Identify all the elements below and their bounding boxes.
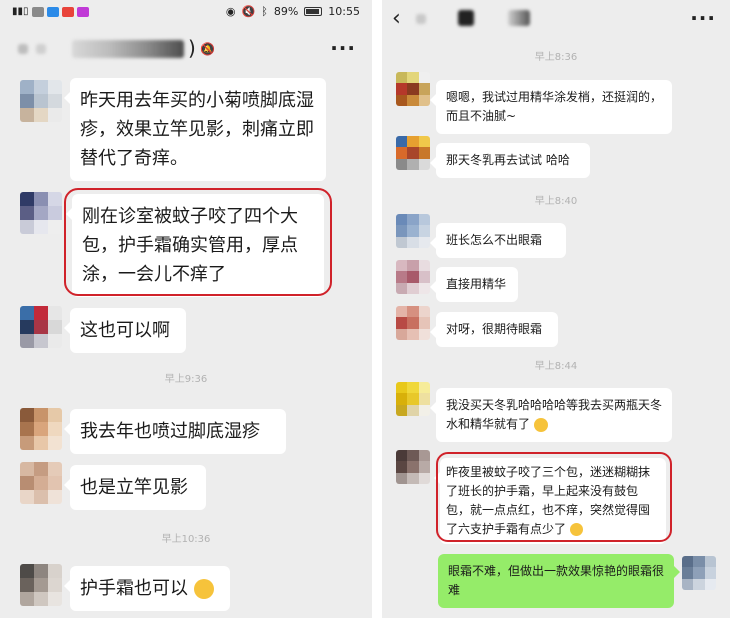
avatar[interactable] — [396, 382, 430, 416]
laughing-emoji-icon — [533, 417, 548, 432]
message-bubble: 我去年也喷过脚底湿疹 — [64, 409, 286, 454]
message-text: 护手霜也可以 — [80, 578, 188, 599]
signal-icon: ▮▮▯ — [12, 6, 29, 17]
message-text: 对呀，很期待眼霜 — [446, 322, 543, 336]
avatar[interactable] — [20, 306, 62, 348]
avatar[interactable] — [20, 192, 62, 234]
status-time: 10:55 — [328, 5, 360, 18]
highlight-box — [64, 188, 332, 296]
message-text: 这也可以啊 — [80, 320, 170, 341]
app-notification-icon — [46, 6, 59, 17]
battery-percent: 89% — [273, 5, 299, 18]
timestamp: 早上8:36 — [534, 52, 578, 63]
right-chat-screenshot: ‹ ··· 早上8:36 嗯嗯，我试过用精华涂发梢，还挺润的，而且不油腻~ 那天… — [382, 0, 730, 618]
dizzy-face-emoji-icon — [193, 579, 214, 599]
message-text: 班长怎么不出眼霜 — [446, 233, 543, 247]
redacted-group-name — [72, 40, 184, 58]
chat-header: ‹ ··· — [382, 0, 730, 40]
avatar[interactable] — [396, 306, 430, 340]
message-bubble: 我没买天冬乳哈哈哈哈等我去买两瓶天冬水和精华就有了 — [430, 388, 672, 442]
chat-header: ) 🔕 ··· — [0, 30, 372, 70]
eye-icon: ◉ — [225, 5, 236, 18]
avatar[interactable] — [20, 80, 62, 122]
avatar[interactable] — [20, 408, 62, 450]
message-bubble: 直接用精华 — [430, 267, 518, 302]
message-text: 我没买天冬乳哈哈哈哈等我去买两瓶天冬水和精华就有了 — [446, 398, 663, 431]
avatar[interactable] — [20, 462, 62, 504]
more-options-icon[interactable]: ··· — [690, 6, 716, 30]
message-text: 眼霜不难，但做出一款效果惊艳的眼霜很难 — [448, 564, 665, 597]
message-text: 嗯嗯，我试过用精华涂发梢，还挺润的，而且不油腻~ — [446, 90, 663, 123]
timestamp: 早上8:40 — [534, 196, 578, 207]
avatar[interactable] — [396, 260, 430, 294]
timestamp: 早上8:44 — [534, 361, 578, 372]
avatar[interactable] — [396, 136, 430, 170]
message-bubble: 对呀，很期待眼霜 — [430, 312, 558, 347]
status-bar: ▮▮▯ ◉ 🔇 ᛒ 89% 10:55 — [0, 0, 372, 26]
message-bubble: 嗯嗯，我试过用精华涂发梢，还挺润的，而且不油腻~ — [430, 80, 672, 134]
avatar[interactable] — [396, 450, 430, 484]
message-bubble: 昨天用去年买的小菊喷脚底湿疹，效果立竿见影，刺痛立即替代了奇痒。 — [64, 78, 326, 181]
message-bubble: 也是立竿见影 — [64, 465, 206, 510]
redacted-group-name — [18, 44, 28, 54]
mute-icon: 🔇 — [241, 5, 256, 18]
avatar[interactable] — [20, 564, 62, 606]
redacted-chat-title — [508, 10, 530, 26]
more-options-icon[interactable]: ··· — [330, 36, 356, 60]
redacted-group-name — [36, 44, 46, 54]
timestamp: 早上10:36 — [161, 534, 211, 545]
my-avatar[interactable] — [682, 556, 716, 590]
avatar[interactable] — [396, 214, 430, 248]
message-bubble: 这也可以啊 — [64, 308, 186, 353]
message-text: 也是立竿见影 — [80, 477, 188, 498]
app-notification-icon — [31, 6, 44, 17]
mute-bell-icon: 🔕 — [200, 42, 215, 56]
highlight-box — [436, 452, 672, 542]
message-bubble: 护手霜也可以 — [64, 566, 230, 611]
redacted-chat-title — [458, 10, 474, 26]
battery-icon — [304, 7, 323, 16]
message-bubble: 班长怎么不出眼霜 — [430, 223, 566, 258]
timestamp: 早上9:36 — [164, 374, 208, 385]
message-bubble-mine: 眼霜不难，但做出一款效果惊艳的眼霜很难 — [438, 554, 680, 608]
message-text: 我去年也喷过脚底湿疹 — [80, 421, 260, 442]
status-right: ◉ 🔇 ᛒ 89% 10:55 — [226, 5, 360, 18]
status-left-icons: ▮▮▯ — [12, 6, 89, 17]
message-text: 那天冬乳再去试试 哈哈 — [446, 153, 570, 167]
left-chat-screenshot: ▮▮▯ ◉ 🔇 ᛒ 89% 10:55 ) 🔕 ··· 昨天用去年买的小菊喷脚底… — [0, 0, 372, 618]
back-arrow-icon[interactable]: ‹ — [392, 6, 401, 31]
app-notification-icon — [76, 6, 89, 17]
message-text: 昨天用去年买的小菊喷脚底湿疹，效果立竿见影，刺痛立即替代了奇痒。 — [80, 90, 314, 169]
app-notification-icon — [61, 6, 74, 17]
avatar[interactable] — [396, 72, 430, 106]
header-title-suffix: ) — [188, 36, 196, 60]
message-bubble: 那天冬乳再去试试 哈哈 — [430, 143, 590, 178]
bluetooth-icon: ᛒ — [261, 5, 268, 18]
redacted-chat-title — [416, 14, 426, 24]
message-text: 直接用精华 — [446, 277, 507, 291]
